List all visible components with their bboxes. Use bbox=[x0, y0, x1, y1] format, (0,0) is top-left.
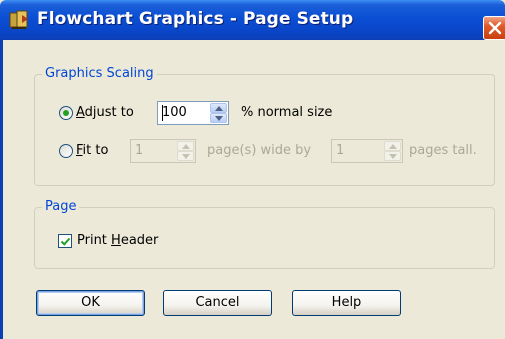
fit-tall-value[interactable]: 1 bbox=[336, 143, 344, 158]
fit-tall-suffix: pages tall. bbox=[409, 143, 477, 158]
spin-down-arrow-icon[interactable] bbox=[210, 113, 227, 123]
close-icon bbox=[488, 21, 502, 35]
window-title: Flowchart Graphics - Page Setup bbox=[37, 9, 354, 29]
graphics-scaling-group: Graphics Scaling bbox=[34, 66, 495, 186]
fit-wide-suffix: page(s) wide by bbox=[207, 143, 312, 158]
help-button[interactable]: Help bbox=[292, 290, 401, 316]
graphics-scaling-label: Graphics Scaling bbox=[42, 66, 157, 81]
spin-up-arrow-icon[interactable] bbox=[384, 141, 401, 151]
fit-wide-spinner[interactable]: 1 bbox=[130, 139, 196, 163]
print-header-checkbox[interactable] bbox=[58, 234, 72, 248]
adjust-to-spinner[interactable]: 100 bbox=[157, 101, 229, 125]
fit-wide-value[interactable]: 1 bbox=[135, 143, 143, 158]
title-bar[interactable]: Flowchart Graphics - Page Setup bbox=[0, 0, 505, 40]
checkmark-icon bbox=[60, 237, 71, 246]
flowchart-app-icon bbox=[8, 9, 32, 31]
spin-down-arrow-icon[interactable] bbox=[384, 151, 401, 161]
dialog-body: Graphics Scaling Adjust to 100 % normal … bbox=[0, 40, 505, 339]
adjust-to-suffix: % normal size bbox=[241, 105, 333, 120]
close-button[interactable] bbox=[483, 16, 505, 40]
fit-wide-spin-buttons bbox=[177, 141, 194, 161]
spin-up-arrow-icon[interactable] bbox=[210, 103, 227, 113]
fit-tall-spin-buttons bbox=[384, 141, 401, 161]
spin-down-arrow-icon[interactable] bbox=[177, 151, 194, 161]
fit-to-label[interactable]: Fit to bbox=[76, 143, 108, 158]
adjust-to-value[interactable]: 100 bbox=[162, 105, 187, 120]
ok-button[interactable]: OK bbox=[36, 290, 145, 316]
fit-to-radio[interactable] bbox=[59, 144, 73, 158]
adjust-to-spin-buttons bbox=[210, 103, 227, 123]
page-group-label: Page bbox=[42, 199, 80, 214]
adjust-to-label[interactable]: Adjust to bbox=[76, 105, 134, 120]
spin-up-arrow-icon[interactable] bbox=[177, 141, 194, 151]
cancel-button[interactable]: Cancel bbox=[163, 290, 272, 316]
print-header-label[interactable]: Print Header bbox=[77, 233, 158, 248]
adjust-to-radio[interactable] bbox=[59, 106, 73, 120]
fit-tall-spinner[interactable]: 1 bbox=[331, 139, 403, 163]
radio-selected-dot bbox=[63, 110, 69, 116]
